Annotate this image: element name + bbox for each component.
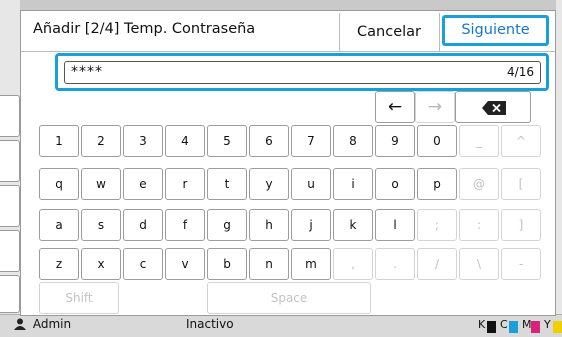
user-icon bbox=[14, 318, 26, 330]
key-e[interactable]: e bbox=[123, 168, 163, 200]
key-n[interactable]: n bbox=[249, 248, 289, 280]
key-close-bracket[interactable]: ] bbox=[501, 209, 541, 241]
divider bbox=[339, 13, 340, 51]
key-7[interactable]: 7 bbox=[291, 125, 331, 157]
key-i[interactable]: i bbox=[333, 168, 373, 200]
key-h[interactable]: h bbox=[249, 209, 289, 241]
key-o[interactable]: o bbox=[375, 168, 415, 200]
key-8[interactable]: 8 bbox=[333, 125, 373, 157]
key-d[interactable]: d bbox=[123, 209, 163, 241]
ink-level-c: C bbox=[500, 318, 520, 333]
background-item bbox=[0, 185, 20, 227]
backspace-icon bbox=[482, 101, 506, 115]
key-j[interactable]: j bbox=[291, 209, 331, 241]
cursor-left-button[interactable]: ← bbox=[375, 91, 415, 123]
key-r[interactable]: r bbox=[165, 168, 205, 200]
ink-level-m: M bbox=[522, 318, 542, 333]
ink-level-y: Y bbox=[544, 318, 562, 333]
ink-level-k: K bbox=[478, 318, 498, 333]
key-backslash[interactable]: \ bbox=[459, 248, 499, 280]
key-0[interactable]: 0 bbox=[417, 125, 457, 157]
key-6[interactable]: 6 bbox=[249, 125, 289, 157]
key-5[interactable]: 5 bbox=[207, 125, 247, 157]
status-text: Inactivo bbox=[186, 317, 234, 331]
background-item bbox=[0, 95, 20, 137]
character-count: 4/16 bbox=[507, 65, 534, 79]
password-input[interactable]: **** 4/16 bbox=[64, 61, 541, 84]
key-underscore[interactable]: _ bbox=[459, 125, 499, 157]
key-v[interactable]: v bbox=[165, 248, 205, 280]
key-y[interactable]: y bbox=[249, 168, 289, 200]
background-item bbox=[0, 275, 20, 313]
key-q[interactable]: q bbox=[39, 168, 79, 200]
key-hyphen[interactable]: - bbox=[501, 248, 541, 280]
key-u[interactable]: u bbox=[291, 168, 331, 200]
key-g[interactable]: g bbox=[207, 209, 247, 241]
input-value: **** bbox=[71, 64, 103, 80]
dialog-title: Añadir [2/4] Temp. Contraseña bbox=[33, 21, 256, 37]
key-open-bracket[interactable]: [ bbox=[501, 168, 541, 200]
key-caret[interactable]: ^ bbox=[501, 125, 541, 157]
cursor-right-button[interactable]: → bbox=[415, 91, 455, 123]
key-slash[interactable]: / bbox=[417, 248, 457, 280]
key-a[interactable]: a bbox=[39, 209, 79, 241]
key-s[interactable]: s bbox=[81, 209, 121, 241]
next-button[interactable]: Siguiente bbox=[442, 15, 549, 46]
status-user: Admin bbox=[14, 317, 71, 331]
key-1[interactable]: 1 bbox=[39, 125, 79, 157]
status-user-label: Admin bbox=[32, 317, 72, 331]
key-w[interactable]: w bbox=[81, 168, 121, 200]
divider bbox=[439, 13, 440, 51]
backspace-button[interactable] bbox=[455, 91, 531, 123]
key-comma[interactable]: , bbox=[333, 248, 373, 280]
password-dialog: Añadir [2/4] Temp. Contraseña Cancelar S… bbox=[20, 10, 556, 316]
key-period[interactable]: . bbox=[375, 248, 415, 280]
key-z[interactable]: z bbox=[39, 248, 79, 280]
key-f[interactable]: f bbox=[165, 209, 205, 241]
status-bar: Admin Inactivo K C M Y bbox=[0, 314, 562, 337]
key-x[interactable]: x bbox=[81, 248, 121, 280]
key-semicolon[interactable]: ; bbox=[417, 209, 457, 241]
key-p[interactable]: p bbox=[417, 168, 457, 200]
key-9[interactable]: 9 bbox=[375, 125, 415, 157]
key-l[interactable]: l bbox=[375, 209, 415, 241]
space-key[interactable]: Space bbox=[207, 282, 371, 314]
key-4[interactable]: 4 bbox=[165, 125, 205, 157]
key-b[interactable]: b bbox=[207, 248, 247, 280]
key-c[interactable]: c bbox=[123, 248, 163, 280]
key-k[interactable]: k bbox=[333, 209, 373, 241]
background-item bbox=[0, 230, 20, 272]
shift-key[interactable]: Shift bbox=[39, 282, 119, 314]
background-right-panel bbox=[556, 0, 562, 314]
key-3[interactable]: 3 bbox=[123, 125, 163, 157]
key-2[interactable]: 2 bbox=[81, 125, 121, 157]
key-at[interactable]: @ bbox=[459, 168, 499, 200]
background-item bbox=[0, 140, 20, 182]
key-colon[interactable]: : bbox=[459, 209, 499, 241]
cancel-button[interactable]: Cancelar bbox=[343, 17, 435, 47]
divider bbox=[21, 51, 555, 52]
key-t[interactable]: t bbox=[207, 168, 247, 200]
key-m[interactable]: m bbox=[291, 248, 331, 280]
